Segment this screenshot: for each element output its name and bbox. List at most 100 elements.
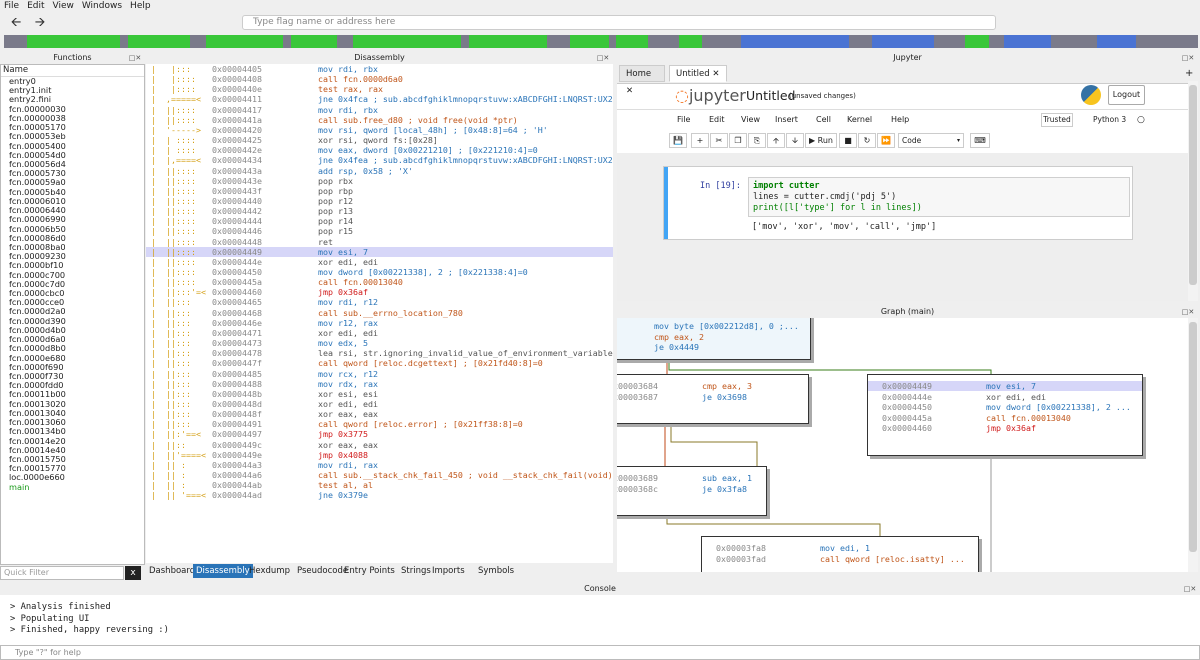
tab-hexdump[interactable]: Hexdump — [246, 564, 293, 578]
disasm-line[interactable]: | ||:::: 0x00004444 pop r14 — [146, 216, 613, 226]
disasm-line[interactable]: | ||::: 0x0000447f call qword [reloc.dcge… — [146, 358, 613, 368]
function-item[interactable]: fcn.00014e20 — [9, 437, 144, 446]
paste-icon[interactable]: ⎘ — [748, 133, 766, 148]
disasm-line[interactable]: | |:::: 0x0000440e test rax, rax — [146, 84, 613, 94]
menu-view[interactable]: View — [49, 0, 78, 12]
function-item[interactable]: fcn.0000cbc0 — [9, 289, 144, 298]
tab-symbols[interactable]: Symbols — [475, 564, 517, 578]
function-item[interactable]: loc.0000e660 — [9, 473, 144, 482]
function-item[interactable]: fcn.0000d4b0 — [9, 326, 144, 335]
dock-float-close-icon[interactable]: □✕ — [595, 54, 611, 62]
logout-button[interactable]: Logout — [1108, 85, 1145, 105]
disasm-line[interactable]: | ||::: 0x0000448b xor esi, esi — [146, 389, 613, 399]
functions-name-header[interactable]: Name — [1, 65, 144, 77]
scrollbar[interactable] — [1188, 318, 1198, 572]
fast-forward-icon[interactable]: ⏩ — [877, 133, 895, 148]
disasm-line[interactable]: | ||:'==< 0x00004497 jmp 0x3775 — [146, 429, 613, 439]
tab-untitled[interactable]: Untitled ✕ — [669, 65, 727, 82]
function-item[interactable]: fcn.00015750 — [9, 455, 144, 464]
function-item[interactable]: fcn.00000030 — [9, 105, 144, 114]
graph-node-line[interactable]: 0x00004460 jmp 0x36af — [868, 423, 1142, 433]
function-item[interactable]: fcn.00006440 — [9, 206, 144, 215]
function-item[interactable]: fcn.0000d390 — [9, 317, 144, 326]
disasm-line[interactable]: | | :::: 0x0000442e mov eax, dword [0x002… — [146, 145, 613, 155]
overview-bar[interactable] — [4, 35, 1198, 48]
menu-file[interactable]: File — [0, 0, 23, 12]
function-item[interactable]: fcn.0000f730 — [9, 372, 144, 381]
graph-node-line[interactable]: je 0x4449 — [617, 342, 810, 352]
back-arrow-icon[interactable]: 🡨 — [8, 15, 24, 31]
graph-node[interactable]: 0x00003684 cmp eax, 3 0x00003687 je 0x3698 — [617, 374, 809, 424]
disasm-line[interactable]: | ||:::: 0x00004448 ret — [146, 237, 613, 247]
forward-arrow-icon[interactable]: 🡪 — [32, 15, 48, 31]
graph-node[interactable]: 0x00003689 sub eax, 1 0x0000368c je 0x3fa8 — [617, 466, 767, 516]
function-item[interactable]: fcn.00005b40 — [9, 188, 144, 197]
disasm-line[interactable]: | |::: 0x00004405 mov rdi, rbx — [146, 64, 613, 74]
graph-node[interactable]: mov byte [0x002212d8], 0 ;... cmp eax, 2j… — [617, 318, 811, 360]
jupyter-logo[interactable]: ◌jupyter — [675, 86, 746, 105]
tab-dashboard[interactable]: Dashboard — [146, 564, 198, 578]
disasm-line[interactable]: | ||::: 0x0000446e mov r12, rax — [146, 318, 613, 328]
graph-node-line[interactable]: 0x0000368c je 0x3fa8 — [617, 484, 766, 494]
trusted-indicator[interactable]: Trusted — [1041, 113, 1073, 127]
flag-address-input[interactable]: Type flag name or address here — [242, 15, 996, 30]
disasm-line[interactable]: | |:::: 0x00004408 call fcn.0000d6a0 — [146, 74, 613, 84]
graph-node-line[interactable]: 0x00003fad call qword [reloc.isatty] ... — [702, 554, 978, 564]
disassembly-view[interactable]: | |::: 0x00004405 mov rdi, rbx | |:::: 0x0… — [146, 64, 613, 564]
disasm-line[interactable]: | ||::: 0x0000448f xor eax, eax — [146, 409, 613, 419]
function-item[interactable]: fcn.00013020 — [9, 400, 144, 409]
disasm-line[interactable]: | || : 0x000044a6 call sub.__stack_chk_fa… — [146, 470, 613, 480]
function-item[interactable]: entry2.fini — [9, 95, 144, 104]
tab-entry-points[interactable]: Entry Points — [341, 564, 398, 578]
disasm-line[interactable]: | ||:::: 0x00004442 pop r13 — [146, 206, 613, 216]
disasm-line[interactable]: | ||:::: 0x00004446 pop r15 — [146, 226, 613, 236]
function-item[interactable]: fcn.00006010 — [9, 197, 144, 206]
restart-icon[interactable]: ↻ — [858, 133, 876, 148]
function-item[interactable]: fcn.00006990 — [9, 215, 144, 224]
function-item[interactable]: fcn.00005400 — [9, 142, 144, 151]
disasm-line[interactable]: | ||:::: 0x00004449 mov esi, 7 — [146, 246, 613, 257]
disasm-line[interactable]: | ||:::'=< 0x00004460 jmp 0x36af — [146, 287, 613, 297]
save-icon[interactable]: 💾 — [669, 133, 687, 148]
console-input[interactable]: Type "?" for help — [0, 645, 1200, 660]
tab-home[interactable]: Home ✕ — [619, 65, 665, 96]
notebook-menu-help[interactable]: Help — [891, 115, 909, 124]
tab-imports[interactable]: Imports — [429, 564, 468, 578]
function-item[interactable]: fcn.00008ba0 — [9, 243, 144, 252]
move-down-icon[interactable]: 🡫 — [786, 133, 804, 148]
function-item[interactable]: fcn.00006b50 — [9, 225, 144, 234]
disasm-line[interactable]: | || '===< 0x000044ad jne 0x379e — [146, 490, 613, 500]
function-item[interactable]: fcn.0000bf10 — [9, 261, 144, 270]
quick-filter-input[interactable]: Quick Filter — [0, 566, 124, 580]
function-item[interactable]: entry0 — [9, 77, 144, 86]
notebook-menu-view[interactable]: View — [741, 115, 760, 124]
disasm-line[interactable]: | ||::: 0x0000448d xor edi, edi — [146, 399, 613, 409]
function-item[interactable]: fcn.000059a0 — [9, 178, 144, 187]
disasm-line[interactable]: | ||:: 0x0000449c xor eax, eax — [146, 440, 613, 450]
disasm-line[interactable]: | ||::: 0x00004471 xor edi, edi — [146, 328, 613, 338]
disasm-line[interactable]: | ||:::: 0x0000443a add rsp, 0x58 ; 'X' — [146, 166, 613, 176]
graph-node-line[interactable]: mov byte [0x002212d8], 0 ;... — [617, 321, 810, 331]
graph-node[interactable]: 0x00004449 mov esi, 7 0x0000444e xor edi, e… — [867, 374, 1143, 456]
function-item[interactable]: fcn.0000d8b0 — [9, 344, 144, 353]
disasm-line[interactable]: | ||::: 0x00004478 lea rsi, str.ignoring_… — [146, 348, 613, 358]
graph-node-line[interactable]: 0x00004449 mov esi, 7 — [868, 381, 1142, 391]
function-item[interactable]: fcn.0000d2a0 — [9, 307, 144, 316]
disasm-line[interactable]: | | :::: 0x00004425 xor rsi, qword fs:[0x… — [146, 135, 613, 145]
function-item[interactable]: fcn.000086d0 — [9, 234, 144, 243]
dock-float-close-icon[interactable]: □✕ — [1180, 54, 1196, 62]
graph-node-line[interactable]: 0x00003689 sub eax, 1 — [617, 473, 766, 483]
function-item[interactable]: entry1.init — [9, 86, 144, 95]
tab-disassembly[interactable]: Disassembly — [193, 564, 253, 578]
function-item[interactable]: fcn.0000e680 — [9, 354, 144, 363]
function-item[interactable]: fcn.00013060 — [9, 418, 144, 427]
disasm-line[interactable]: | ||:::: 0x0000445a call fcn.00013040 — [146, 277, 613, 287]
function-item[interactable]: fcn.00014e40 — [9, 446, 144, 455]
notebook-menu-edit[interactable]: Edit — [709, 115, 725, 124]
disasm-line[interactable]: | ||:::: 0x0000444e xor edi, edi — [146, 257, 613, 267]
function-item[interactable]: fcn.00011b00 — [9, 390, 144, 399]
move-up-icon[interactable]: 🡩 — [767, 133, 785, 148]
graph-node-line[interactable]: cmp eax, 2 — [617, 332, 810, 342]
disasm-line[interactable]: | ||:::: 0x00004417 mov rdi, rbx — [146, 105, 613, 115]
copy-icon[interactable]: ❐ — [729, 133, 747, 148]
